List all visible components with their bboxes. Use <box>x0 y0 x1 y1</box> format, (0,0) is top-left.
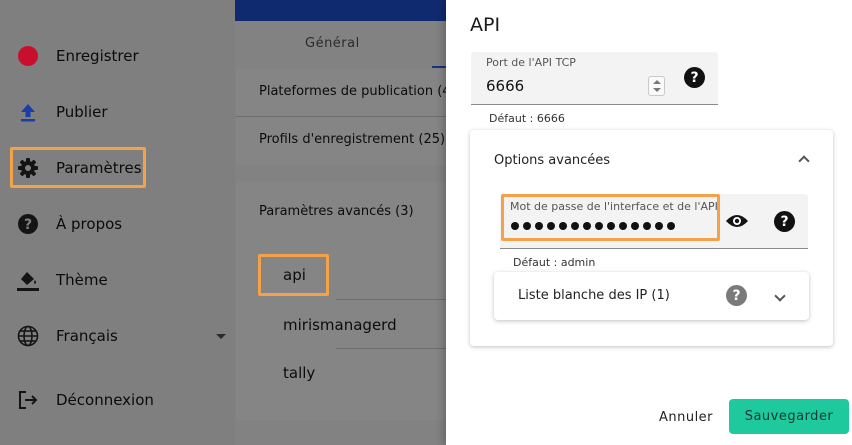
sidebar-item-label: Publier <box>56 103 108 121</box>
list-item-mirismanagerd[interactable]: mirismanagerd <box>283 316 397 334</box>
advanced-options-title[interactable]: Options avancées <box>494 153 610 168</box>
sidebar-item-label: Enregistrer <box>56 47 139 65</box>
divider <box>336 348 455 349</box>
password-default: Défaut : admin <box>513 256 596 269</box>
dialog-title: API <box>470 14 501 36</box>
divider <box>336 299 455 300</box>
sidebar: Enregistrer Publier Paramètres ? À propo… <box>0 0 235 445</box>
tab-general[interactable]: Général <box>305 36 360 51</box>
help-icon[interactable]: ? <box>726 285 747 306</box>
sidebar-item-label: À propos <box>56 215 123 233</box>
section-profiles[interactable]: Profils d'enregistrement (25) <box>259 132 445 147</box>
divider <box>236 116 455 117</box>
api-highlight <box>258 254 329 296</box>
paint-bucket-icon <box>16 268 40 292</box>
help-icon[interactable]: ? <box>684 67 705 88</box>
sidebar-item-publish[interactable]: Publier <box>0 92 235 132</box>
section-advanced[interactable]: Paramètres avancés (3) <box>259 204 414 219</box>
chevron-down-icon <box>216 334 226 339</box>
sidebar-item-label: Thème <box>56 271 108 289</box>
sidebar-item-logout[interactable]: Déconnexion <box>0 380 235 420</box>
password-highlight <box>501 194 720 241</box>
section-publication[interactable]: Plateformes de publication (4) <box>259 84 456 99</box>
sidebar-item-record[interactable]: Enregistrer <box>0 36 235 76</box>
logout-icon <box>16 388 40 412</box>
sidebar-item-about[interactable]: ? À propos <box>0 204 235 244</box>
save-button[interactable]: Sauvegarder <box>729 399 849 434</box>
eye-icon[interactable] <box>725 212 749 234</box>
svg-text:?: ? <box>24 217 32 233</box>
sidebar-item-language[interactable]: Français <box>0 316 235 356</box>
help-icon: ? <box>16 212 40 236</box>
help-icon[interactable]: ? <box>774 211 795 232</box>
settings-highlight <box>10 147 146 188</box>
cancel-button[interactable]: Annuler <box>652 403 720 431</box>
ip-whitelist-title[interactable]: Liste blanche des IP (1) <box>518 288 670 303</box>
chevron-down-icon[interactable] <box>653 88 661 92</box>
record-icon <box>16 44 40 68</box>
globe-icon <box>16 324 40 348</box>
sidebar-item-theme[interactable]: Thème <box>0 260 235 300</box>
list-item-tally[interactable]: tally <box>283 364 315 382</box>
tcp-port-default: Défaut : 6666 <box>489 112 565 125</box>
sidebar-item-label: Français <box>56 327 118 345</box>
sidebar-item-label: Déconnexion <box>56 391 154 409</box>
port-stepper[interactable] <box>648 76 665 96</box>
upload-icon <box>16 100 40 124</box>
tcp-port-input[interactable]: 6666 <box>486 77 524 95</box>
top-app-bar <box>235 0 455 21</box>
tcp-port-label: Port de l'API TCP <box>486 56 576 69</box>
chevron-up-icon[interactable] <box>653 80 661 84</box>
